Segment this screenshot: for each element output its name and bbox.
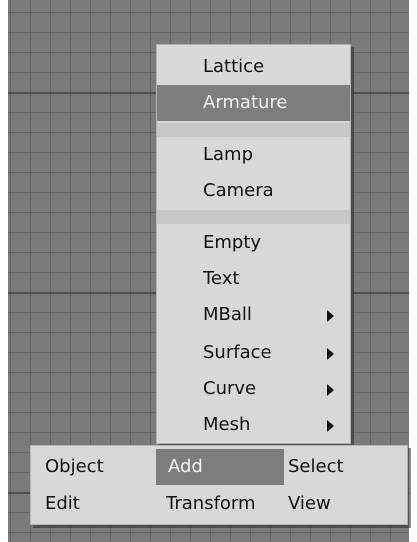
menu-separator bbox=[157, 210, 350, 224]
grid-axis-line bbox=[353, 92, 409, 94]
menu-item-empty[interactable]: Empty bbox=[157, 225, 350, 261]
menu-item-label: Text bbox=[203, 268, 240, 289]
menu-label: View bbox=[288, 493, 331, 514]
viewport-menu: Object Add Select Edit Transform View bbox=[30, 445, 408, 525]
menu-label: Object bbox=[45, 456, 104, 477]
menu-add[interactable]: Add bbox=[156, 449, 284, 485]
menu-label: Edit bbox=[45, 493, 80, 514]
menu-transform[interactable]: Transform bbox=[166, 486, 286, 522]
menu-label: Add bbox=[168, 456, 203, 477]
submenu-arrow-icon bbox=[327, 384, 334, 396]
menu-item-lamp[interactable]: Lamp bbox=[157, 137, 350, 173]
add-submenu: Lattice Armature Lamp Camera Empty Text … bbox=[156, 44, 351, 444]
menu-edit[interactable]: Edit bbox=[45, 486, 155, 522]
menu-item-camera[interactable]: Camera bbox=[157, 173, 350, 209]
submenu-arrow-icon bbox=[327, 310, 334, 322]
menu-item-text[interactable]: Text bbox=[157, 261, 350, 297]
menu-item-label: MBall bbox=[203, 304, 252, 325]
menu-item-curve[interactable]: Curve bbox=[157, 371, 350, 407]
menu-item-lattice[interactable]: Lattice bbox=[157, 49, 350, 85]
grid-axis-line bbox=[8, 292, 158, 294]
grid-axis-line bbox=[353, 292, 409, 294]
menu-item-label: Armature bbox=[203, 92, 288, 113]
menu-object[interactable]: Object bbox=[45, 449, 155, 485]
submenu-arrow-icon bbox=[327, 420, 334, 432]
menu-label: Transform bbox=[166, 493, 256, 514]
menu-item-label: Empty bbox=[203, 232, 262, 253]
menu-item-mesh[interactable]: Mesh bbox=[157, 407, 350, 443]
menu-select[interactable]: Select bbox=[288, 449, 388, 485]
menu-item-surface[interactable]: Surface bbox=[157, 335, 350, 371]
menu-item-label: Camera bbox=[203, 180, 274, 201]
submenu-arrow-icon bbox=[327, 348, 334, 360]
menu-item-label: Surface bbox=[203, 342, 272, 363]
menu-item-mball[interactable]: MBall bbox=[157, 297, 350, 333]
menu-view[interactable]: View bbox=[288, 486, 388, 522]
menu-item-armature[interactable]: Armature bbox=[157, 85, 350, 121]
menu-item-label: Lamp bbox=[203, 144, 254, 165]
grid-axis-line bbox=[8, 92, 158, 94]
menu-separator bbox=[157, 123, 350, 137]
menu-item-label: Curve bbox=[203, 378, 257, 399]
menu-item-label: Lattice bbox=[203, 56, 265, 77]
grid-axis-line bbox=[8, 492, 32, 494]
menu-label: Select bbox=[288, 456, 344, 477]
menu-item-label: Mesh bbox=[203, 414, 251, 435]
